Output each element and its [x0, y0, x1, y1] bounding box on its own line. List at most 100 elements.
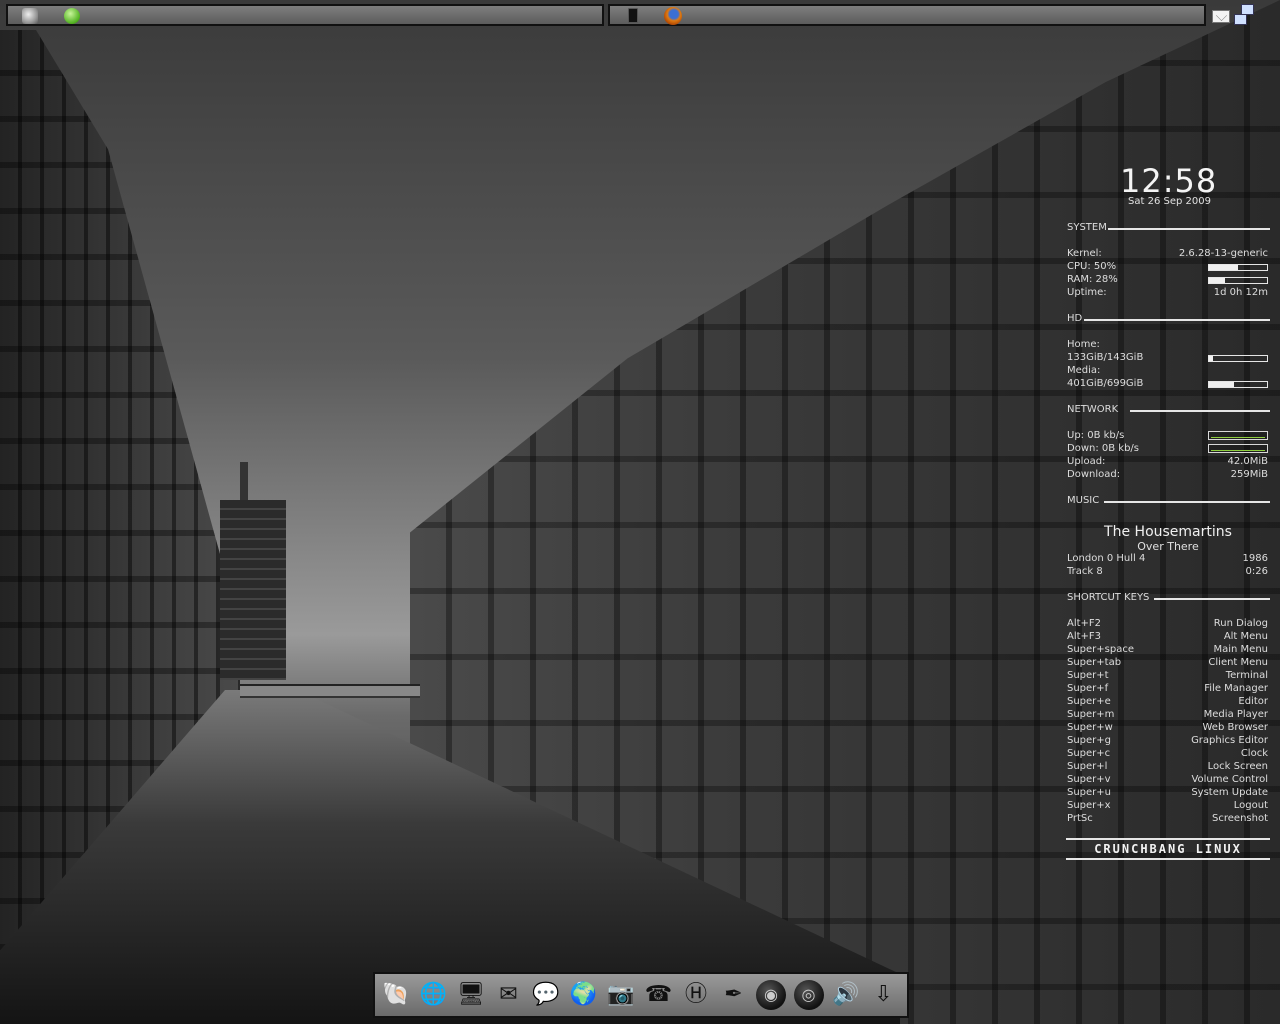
top-panel-left[interactable] — [6, 4, 604, 26]
dock-shell-launcher-button[interactable]: 🐚 — [381, 980, 411, 1010]
shortcut-key: Super+f — [1067, 683, 1109, 694]
ram-bar-fill — [1209, 278, 1226, 283]
dock-editor-button[interactable]: Ⓗ — [681, 980, 711, 1010]
shortcut-action: Run Dialog — [1213, 618, 1268, 629]
cd-icon: ◎ — [801, 985, 816, 1004]
music-song: Over There — [1137, 540, 1199, 553]
shortcut-key: Super+x — [1067, 800, 1111, 811]
shortcut-row: Super+e Editor — [1066, 696, 1268, 709]
media-usage: 401GiB/699GiB — [1067, 378, 1144, 389]
shortcut-row: Super+tab Client Menu — [1066, 657, 1268, 670]
section-music-header: MUSIC — [1066, 495, 1270, 508]
dock-network-globe-button[interactable]: 🌍 — [569, 980, 599, 1010]
dock-downloads-button[interactable]: ⇩ — [869, 980, 899, 1010]
music-track: Track 8 — [1067, 566, 1103, 577]
upload-total-row: Upload: 42.0MiB — [1066, 456, 1268, 469]
shortcut-action: Editor — [1238, 696, 1268, 707]
download-value: 259MiB — [1230, 469, 1268, 480]
downspeed-label: Down: 0B kb/s — [1067, 443, 1140, 454]
cpu-bar — [1208, 264, 1268, 271]
crunchbang-brand: CRUNCHBANG LINUX — [1066, 838, 1270, 860]
shortcut-action: System Update — [1191, 787, 1268, 798]
terminal-icon[interactable] — [628, 8, 638, 23]
globe-icon: 🌐 — [419, 982, 448, 1007]
shortcut-row: Super+g Graphics Editor — [1066, 735, 1268, 748]
brand-text: CRUNCHBANG LINUX — [1094, 842, 1242, 856]
green-status-icon[interactable] — [64, 8, 80, 24]
music-time: 0:26 — [1245, 566, 1268, 577]
h-editor-icon: Ⓗ — [684, 982, 707, 1007]
uptime-value: 1d 0h 12m — [1213, 287, 1268, 298]
dock-terminal-button[interactable]: 🖥 — [456, 980, 486, 1010]
shortcut-action: Client Menu — [1208, 657, 1268, 668]
shortcut-row: Super+w Web Browser — [1066, 722, 1268, 735]
shortcut-row: Super+u System Update — [1066, 787, 1268, 800]
download-label: Download: — [1067, 469, 1121, 480]
dock-chat-button[interactable]: 💬 — [531, 980, 561, 1010]
media-label-row: Media: — [1066, 365, 1268, 378]
shortcut-row: Super+t Terminal — [1066, 670, 1268, 683]
media-bar — [1208, 381, 1268, 388]
dock-mail-button[interactable]: ✉ — [494, 980, 524, 1010]
dock-phone-button[interactable]: ☎ — [644, 980, 674, 1010]
dock-disc-burner-button[interactable]: ◉ — [756, 980, 786, 1010]
cpu-label: CPU: 50% — [1067, 261, 1117, 272]
cpu-row: CPU: 50% — [1066, 261, 1268, 274]
shortcut-key: Super+t — [1067, 670, 1109, 681]
wallpaper-tower-spire — [240, 462, 248, 502]
wallpaper-tower — [220, 500, 286, 680]
upload-value: 42.0MiB — [1227, 456, 1268, 467]
shortcut-action: Volume Control — [1191, 774, 1268, 785]
dock-webcam-button[interactable]: 📷 — [606, 980, 636, 1010]
mail-icon[interactable] — [1212, 10, 1230, 23]
launcher-dock: 🐚 🌐 🖥 ✉ 💬 🌍 📷 ☎ Ⓗ ✒ ◉ ◎ 🔊 ⇩ — [373, 972, 909, 1018]
dock-pen-tool-button[interactable]: ✒ — [719, 980, 749, 1010]
shortcut-row: Super+c Clock — [1066, 748, 1268, 761]
downspeed-row: Down: 0B kb/s — [1066, 443, 1268, 456]
pen-icon: ✒ — [724, 982, 743, 1007]
shortcut-row: Alt+F2 Run Dialog — [1066, 618, 1268, 631]
shortcut-action: Terminal — [1225, 670, 1268, 681]
chat-bubble-icon: 💬 — [532, 982, 560, 1007]
kernel-label: Kernel: — [1067, 248, 1102, 259]
shortcut-key: Super+g — [1067, 735, 1112, 746]
shortcut-row: Super+f File Manager — [1066, 683, 1268, 696]
conky-clock: 12:58 — [1120, 162, 1218, 200]
shortcut-action: Media Player — [1203, 709, 1268, 720]
media-bar-fill — [1209, 382, 1234, 387]
home-label: Home: — [1067, 339, 1100, 350]
dock-media-player-button[interactable]: ◎ — [793, 980, 824, 1010]
section-divider — [1104, 501, 1270, 503]
dock-speaker-button[interactable]: 🔊 — [831, 980, 861, 1010]
shortcut-action: Screenshot — [1212, 813, 1268, 824]
download-box-icon: ⇩ — [874, 982, 893, 1007]
shortcut-key: Super+c — [1067, 748, 1111, 759]
music-year: 1986 — [1242, 553, 1268, 564]
cpu-bar-fill — [1209, 265, 1238, 270]
envelope-icon: ✉ — [499, 982, 518, 1007]
shortcut-action: Lock Screen — [1207, 761, 1268, 772]
speaker-icon: 🔊 — [832, 982, 860, 1007]
section-divider — [1084, 319, 1270, 321]
shortcut-key: Super+tab — [1067, 657, 1122, 668]
section-divider — [1154, 598, 1270, 600]
shortcut-key: Super+u — [1067, 787, 1112, 798]
shortcut-action: Clock — [1240, 748, 1268, 759]
dock-web-browser-button[interactable]: 🌐 — [419, 980, 449, 1010]
webcam-icon: 📷 — [607, 982, 635, 1007]
shortcut-key: PrtSc — [1067, 813, 1093, 824]
shortcut-row: Super+v Volume Control — [1066, 774, 1268, 787]
system-tray — [1210, 4, 1276, 26]
home-bar — [1208, 355, 1268, 362]
ram-row: RAM: 28% — [1066, 274, 1268, 287]
network-icon[interactable] — [1234, 4, 1254, 25]
home-usage: 133GiB/143GiB — [1067, 352, 1144, 363]
uptime-row: Uptime: 1d 0h 12m — [1066, 287, 1268, 300]
shortcut-row: Super+space Main Menu — [1066, 644, 1268, 657]
top-panel-right[interactable] — [608, 4, 1206, 26]
menu-icon[interactable] — [22, 8, 38, 24]
upspeed-graph — [1208, 431, 1268, 440]
music-artist: The Housemartins — [1104, 524, 1232, 540]
media-usage-row: 401GiB/699GiB — [1066, 378, 1268, 391]
firefox-icon[interactable] — [664, 7, 682, 25]
